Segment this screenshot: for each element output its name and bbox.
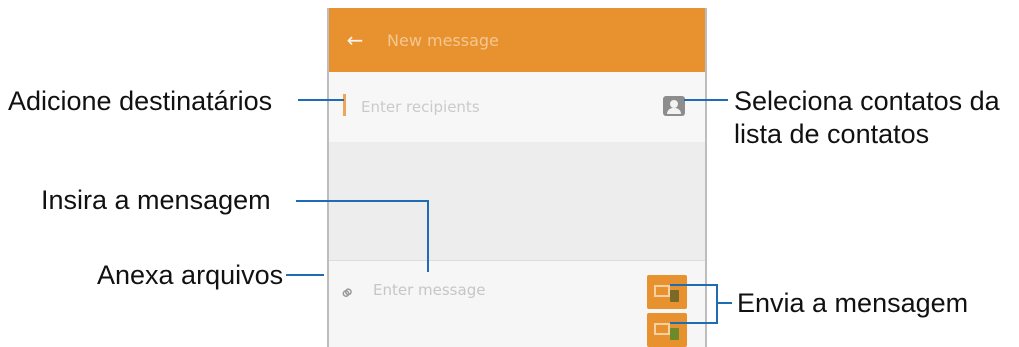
callout-add-recipients: Adicione destinatários: [8, 86, 273, 116]
leader-line-recipients: [298, 99, 344, 101]
text-cursor: [343, 94, 346, 116]
leader-line-send-top: [670, 284, 718, 286]
envelope-icon: [654, 323, 670, 335]
phone-screen: ← New message Enter recipients ⚭ Enter m…: [327, 8, 707, 347]
compose-bar: ⚭ Enter message: [329, 260, 705, 347]
contacts-icon[interactable]: [663, 96, 685, 116]
leader-line-attach: [286, 274, 324, 276]
sim-icon: [670, 290, 679, 302]
callout-select-contacts-line1: Seleciona contatos da: [734, 86, 1000, 116]
leader-line-contacts: [684, 99, 728, 101]
back-arrow-icon[interactable]: ←: [335, 28, 375, 52]
paperclip-icon[interactable]: ⚭: [334, 278, 361, 307]
app-bar: ← New message: [329, 8, 705, 72]
callout-select-contacts-line2: lista de contatos: [734, 119, 930, 149]
leader-line-send-v: [716, 284, 718, 324]
send-button-sim1[interactable]: [647, 275, 687, 309]
screen-title: New message: [387, 30, 499, 50]
leader-line-message-v: [427, 200, 429, 272]
recipient-placeholder: Enter recipients: [361, 98, 480, 116]
message-input[interactable]: Enter message: [373, 281, 485, 299]
leader-line-send-bottom: [670, 322, 718, 324]
send-button-sim2[interactable]: [647, 313, 687, 347]
callout-enter-message: Insira a mensagem: [41, 185, 271, 215]
leader-line-send-label: [716, 302, 732, 304]
callout-send-message: Envia a mensagem: [737, 288, 969, 318]
leader-line-message-h: [296, 200, 428, 202]
callout-attach-files: Anexa arquivos: [97, 260, 284, 290]
envelope-icon: [654, 285, 670, 297]
sim-icon: [670, 328, 679, 340]
recipient-field[interactable]: Enter recipients: [329, 72, 705, 143]
